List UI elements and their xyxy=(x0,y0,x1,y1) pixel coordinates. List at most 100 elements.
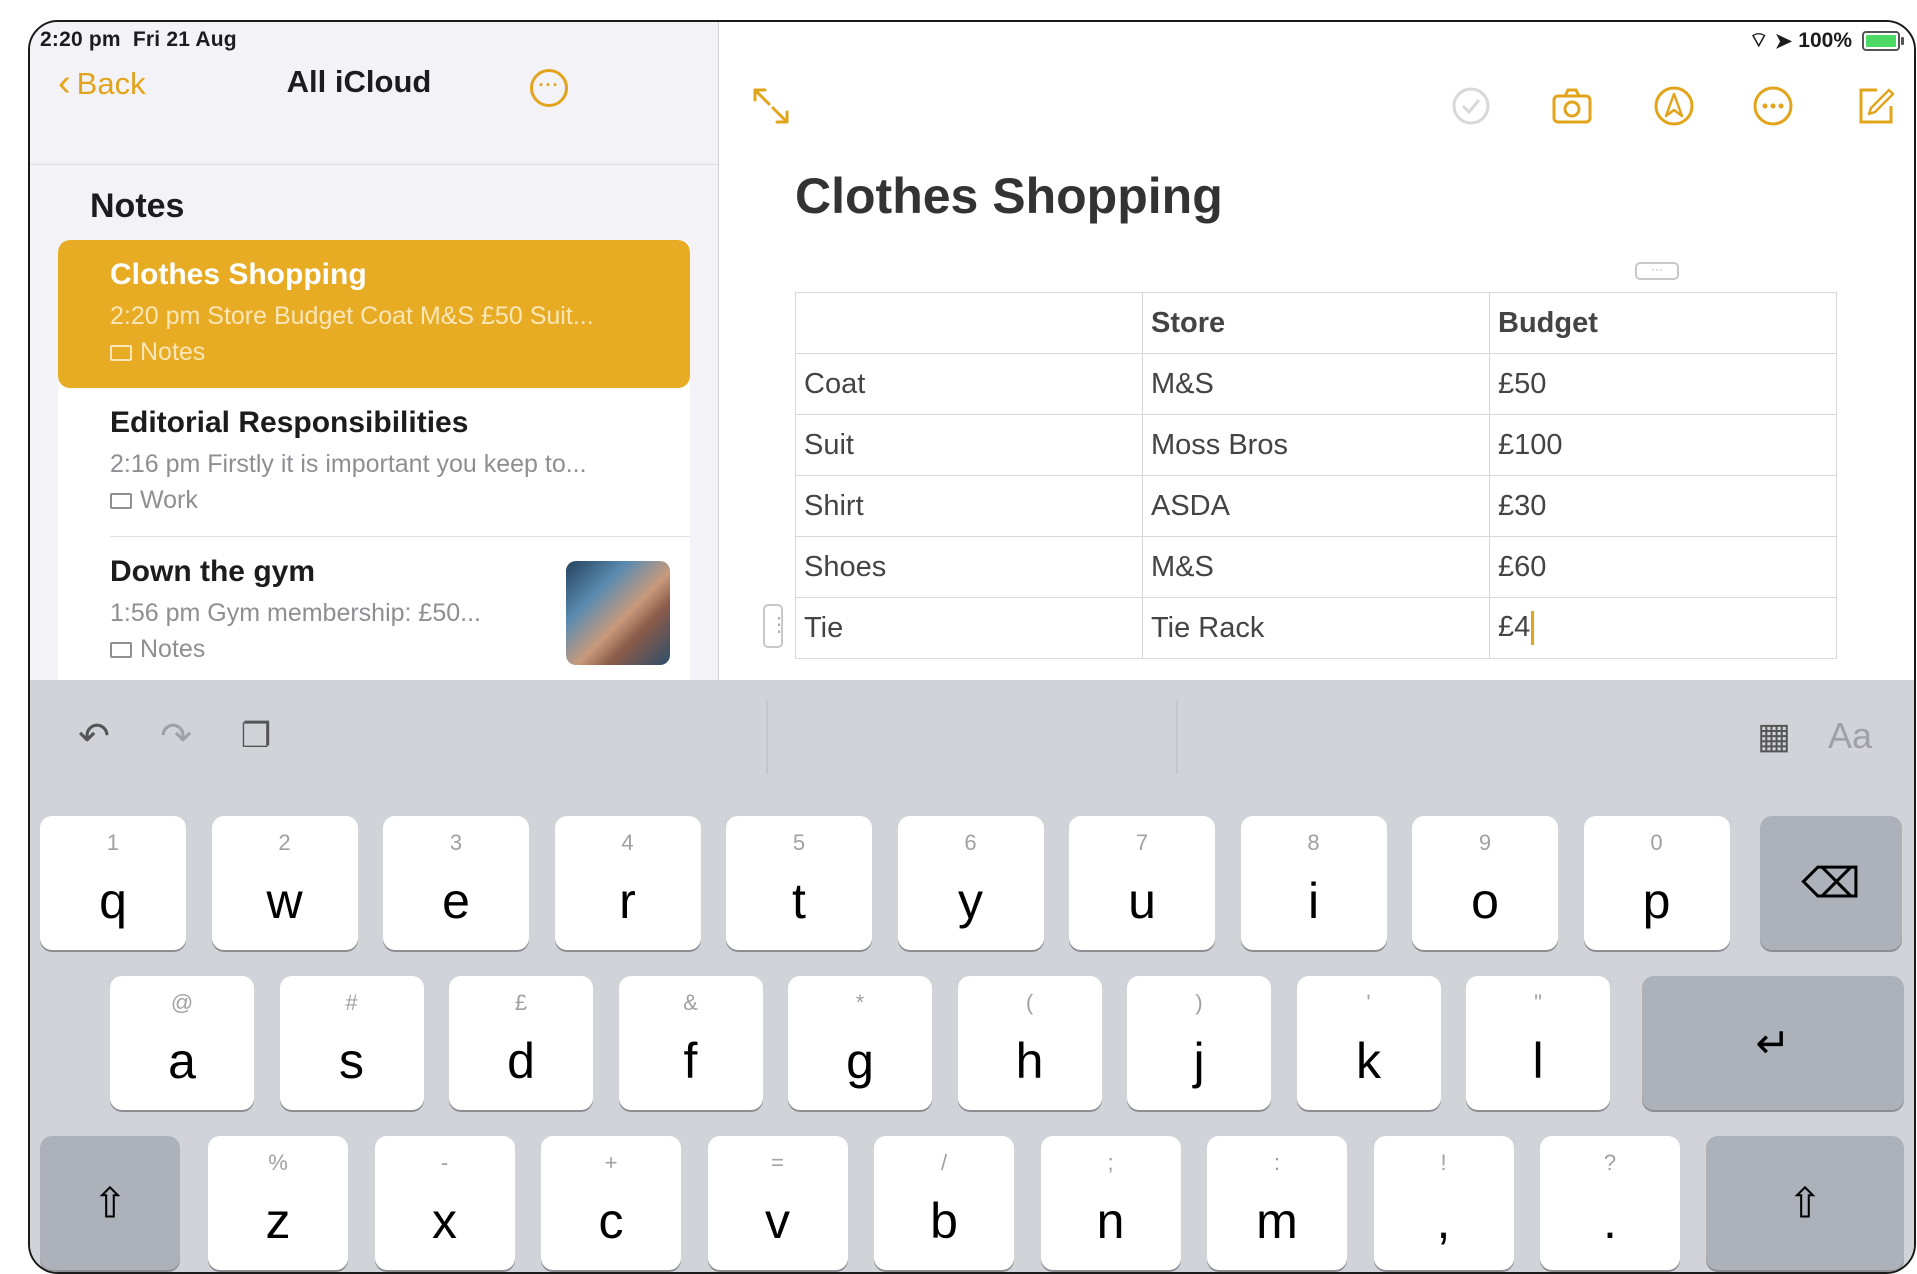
key-alt-label: % xyxy=(268,1150,288,1175)
key-alt-label: = xyxy=(771,1150,784,1175)
sidebar: 2:20 pm Fri 21 Aug ‹ Back All iCloud ···… xyxy=(30,22,719,680)
table-cell[interactable]: ASDA xyxy=(1142,475,1490,537)
shift-key-left[interactable]: ⇧ xyxy=(40,1136,180,1270)
key-alt-label: ' xyxy=(1366,990,1371,1015)
table-row-handle[interactable] xyxy=(763,604,789,648)
table-cell[interactable]: Tie Rack xyxy=(1142,597,1490,659)
key-r[interactable]: 4r xyxy=(554,816,701,950)
markup-icon[interactable] xyxy=(1650,82,1698,130)
table-cell[interactable]: M&S xyxy=(1142,536,1490,598)
key-label: w xyxy=(266,873,303,929)
table-cell[interactable]: Shirt xyxy=(795,475,1143,537)
list-item-editorial-responsibilities[interactable]: Editorial Responsibilities 2:16 pm First… xyxy=(58,388,690,536)
note-title-heading[interactable]: Clothes Shopping xyxy=(795,167,1223,225)
key-label: c xyxy=(598,1193,624,1249)
key-i[interactable]: 8i xyxy=(1240,816,1387,950)
key-h[interactable]: (h xyxy=(957,976,1102,1110)
folder-icon xyxy=(110,492,132,509)
delete-icon: ⌫ xyxy=(1801,859,1861,907)
key-l[interactable]: " l xyxy=(1466,976,1610,1110)
paste-icon[interactable]: ❐ xyxy=(232,712,280,760)
key-label: j xyxy=(1193,1033,1205,1089)
table-header-cell[interactable] xyxy=(795,292,1143,354)
table-cell[interactable]: Coat xyxy=(795,353,1143,415)
key-t[interactable]: 5t xyxy=(726,816,872,950)
return-key[interactable]: ↵ xyxy=(1642,976,1904,1110)
key-b[interactable]: / b xyxy=(874,1136,1014,1270)
shopping-table[interactable]: Store Budget Coat M&S £50 Suit Moss Bros… xyxy=(795,292,1837,659)
note-folder: Work xyxy=(110,486,198,515)
table-cell[interactable]: M&S xyxy=(1142,353,1490,415)
key-label: e xyxy=(442,873,470,929)
camera-icon[interactable] xyxy=(1548,82,1596,130)
undo-icon[interactable]: ↶ xyxy=(70,712,118,760)
format-button[interactable]: Aa xyxy=(1826,712,1874,760)
table-row: Suit Moss Bros £100 xyxy=(795,414,1837,476)
key-label: d xyxy=(507,1033,535,1089)
table-cell[interactable]: £100 xyxy=(1489,414,1837,476)
key-k[interactable]: ' k xyxy=(1296,976,1441,1110)
key-label: h xyxy=(1015,1033,1044,1089)
table-icon[interactable]: ▦ xyxy=(1750,712,1798,760)
key-p[interactable]: 0p xyxy=(1583,816,1730,950)
more-icon[interactable]: ··· xyxy=(530,69,568,107)
location-icon: ➤ xyxy=(1774,29,1793,53)
key-g[interactable]: * g xyxy=(788,976,932,1110)
delete-key[interactable]: ⌫ xyxy=(1760,816,1902,950)
table-column-handle[interactable]: ··· xyxy=(1635,262,1679,280)
table-cell[interactable]: Suit xyxy=(795,414,1143,476)
more-icon[interactable] xyxy=(1749,82,1797,130)
key-label: r xyxy=(619,873,636,929)
key-e[interactable]: 3e xyxy=(383,816,529,950)
key-alt-label: ) xyxy=(1195,990,1203,1015)
note-folder: Notes xyxy=(110,338,205,367)
key-alt-label: 6 xyxy=(964,830,977,855)
key-m[interactable]: :m xyxy=(1207,1136,1347,1270)
expand-icon[interactable] xyxy=(747,82,795,130)
key-alt-label: 4 xyxy=(621,830,634,855)
note-preview: 2:16 pm Firstly it is important you keep… xyxy=(110,450,587,478)
table-cell[interactable]: Shoes xyxy=(795,536,1143,598)
note-title: Editorial Responsibilities xyxy=(110,406,469,439)
key-x[interactable]: -x xyxy=(374,1136,515,1270)
key-u[interactable]: 7u xyxy=(1069,816,1215,950)
key-c[interactable]: + c xyxy=(541,1136,681,1270)
list-item-clothes-shopping[interactable]: Clothes Shopping 2:20 pm Store Budget Co… xyxy=(58,240,690,388)
key-d[interactable]: £ d xyxy=(449,976,593,1110)
table-cell[interactable]: £60 xyxy=(1489,536,1837,598)
key-w[interactable]: 2w xyxy=(211,816,358,950)
key-o[interactable]: 9o xyxy=(1412,816,1558,950)
list-item-down-the-gym[interactable]: Down the gym 1:56 pm Gym membership: £50… xyxy=(58,537,690,680)
key-n[interactable]: ; n xyxy=(1040,1136,1181,1270)
key-alt-label: 3 xyxy=(449,830,463,855)
battery-percent: 100% xyxy=(1798,29,1852,52)
key-j[interactable]: ) j xyxy=(1127,976,1271,1110)
key-period[interactable]: ?. xyxy=(1540,1136,1680,1270)
key-a[interactable]: @ a xyxy=(110,976,254,1110)
shift-key-right[interactable]: ⇧ xyxy=(1706,1136,1904,1270)
table-header-cell[interactable]: Budget xyxy=(1489,292,1837,354)
table-cell[interactable]: £30 xyxy=(1489,475,1837,537)
key-label: u xyxy=(1128,873,1156,929)
table-cell[interactable]: Moss Bros xyxy=(1142,414,1490,476)
table-cell[interactable]: £50 xyxy=(1489,353,1837,415)
table-header-cell[interactable]: Store xyxy=(1142,292,1490,354)
note-preview: 1:56 pm Gym membership: £50... xyxy=(110,599,481,627)
key-f[interactable]: & f xyxy=(618,976,763,1110)
key-comma[interactable]: !, xyxy=(1373,1136,1514,1270)
table-cell-active[interactable]: £4 xyxy=(1489,597,1837,659)
key-alt-label: ! xyxy=(1440,1150,1447,1175)
redo-icon[interactable]: ↷ xyxy=(152,712,200,760)
key-q[interactable]: 1q xyxy=(40,816,186,950)
key-alt-label: " xyxy=(1534,990,1542,1015)
note-preview: 2:20 pm Store Budget Coat M&S £50 Suit..… xyxy=(110,302,594,330)
key-alt-label: ? xyxy=(1603,1150,1617,1175)
wifi-icon: ⌔ xyxy=(1748,29,1769,52)
key-s[interactable]: # s xyxy=(279,976,424,1110)
table-cell[interactable]: Tie xyxy=(795,597,1143,659)
compose-icon[interactable] xyxy=(1851,82,1899,130)
key-z[interactable]: % z xyxy=(208,1136,348,1270)
checklist-icon[interactable] xyxy=(1447,82,1495,130)
key-y[interactable]: 6y xyxy=(897,816,1044,950)
key-v[interactable]: = v xyxy=(707,1136,848,1270)
